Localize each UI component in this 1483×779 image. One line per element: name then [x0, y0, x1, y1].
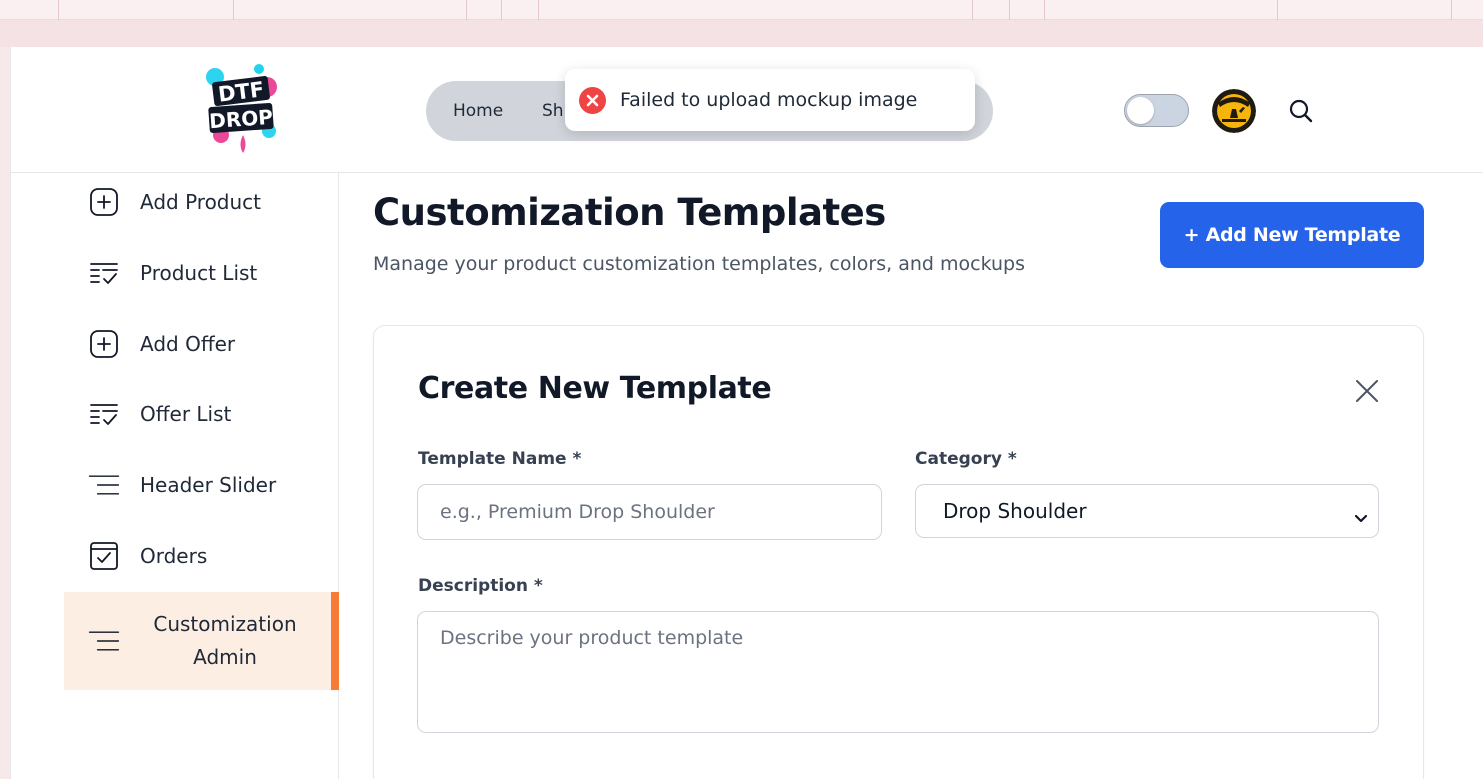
toast-message: Failed to upload mockup image — [620, 89, 918, 111]
sidebar: Add Product Product List Add Offer Offer… — [11, 173, 339, 779]
category-select[interactable]: Drop Shoulder — [915, 484, 1379, 538]
app-window: DTF DROP Home Sh on Failed to upload moc… — [10, 47, 1483, 779]
sidebar-item-header-slider[interactable]: Header Slider — [64, 454, 339, 516]
sidebar-item-orders[interactable]: Orders — [64, 525, 339, 587]
divider — [233, 0, 234, 20]
divider — [58, 0, 59, 20]
category-label: Category * — [915, 449, 1017, 469]
sidebar-item-label: Customization Admin — [153, 612, 297, 669]
divider — [1277, 0, 1278, 20]
sidebar-item-offer-list[interactable]: Offer List — [64, 383, 339, 445]
divider — [501, 0, 502, 20]
menu-lines-icon — [88, 469, 120, 501]
page-backdrop — [0, 20, 1483, 47]
brand-logo[interactable]: DTF DROP — [201, 57, 281, 163]
main-content: Customization Templates Manage your prod… — [340, 173, 1483, 779]
sidebar-item-label: Header Slider — [140, 473, 277, 497]
error-toast: Failed to upload mockup image — [565, 69, 975, 131]
list-check-icon — [88, 257, 120, 289]
sidebar-item-label: Add Product — [140, 190, 262, 214]
theme-toggle[interactable] — [1124, 94, 1189, 127]
plus-square-icon — [88, 328, 120, 360]
page-title: Customization Templates — [373, 191, 886, 234]
add-new-template-button[interactable]: + Add New Template — [1160, 202, 1424, 268]
card-title: Create New Template — [418, 371, 772, 406]
divider — [1451, 0, 1452, 20]
list-check-icon — [88, 398, 120, 430]
divider — [1009, 0, 1010, 20]
divider — [1044, 0, 1045, 20]
sidebar-item-label: Product List — [140, 261, 258, 285]
chevron-down-icon — [1354, 505, 1368, 529]
close-icon[interactable] — [1354, 378, 1380, 404]
divider — [972, 0, 973, 20]
sidebar-item-label: Add Offer — [140, 332, 236, 356]
error-x-icon — [579, 86, 606, 114]
user-avatar[interactable] — [1212, 89, 1256, 133]
search-icon[interactable] — [1287, 97, 1315, 125]
sidebar-item-product-list[interactable]: Product List — [64, 242, 339, 304]
template-name-input[interactable] — [417, 484, 882, 540]
divider — [538, 0, 539, 20]
sidebar-item-label: Orders — [140, 544, 208, 568]
nav-home[interactable]: Home — [453, 101, 503, 121]
description-textarea[interactable] — [417, 611, 1379, 733]
plus-square-icon — [88, 186, 120, 218]
sidebar-item-label: Offer List — [140, 402, 232, 426]
svg-text:DROP: DROP — [208, 105, 273, 133]
category-selected-value: Drop Shoulder — [943, 499, 1087, 523]
active-indicator — [331, 592, 339, 690]
top-header: DTF DROP Home Sh on Failed to upload moc… — [11, 47, 1483, 173]
menu-lines-icon — [88, 625, 120, 657]
browser-top-strip — [0, 0, 1483, 20]
checkbox-calendar-icon — [88, 540, 120, 572]
template-name-label: Template Name * — [418, 449, 582, 469]
sidebar-item-customization-admin[interactable]: Customization Admin — [64, 592, 339, 690]
svg-text:DTF: DTF — [217, 77, 266, 106]
page-subtitle: Manage your product customization templa… — [373, 253, 1025, 275]
sidebar-item-add-offer[interactable]: Add Offer — [64, 313, 339, 375]
create-template-card: Create New Template Template Name * Cate… — [373, 325, 1424, 779]
toggle-knob — [1127, 97, 1154, 124]
nav-shop[interactable]: Sh — [542, 101, 564, 121]
divider — [466, 0, 467, 20]
description-label: Description * — [418, 576, 543, 596]
sidebar-item-add-product[interactable]: Add Product — [64, 171, 339, 233]
